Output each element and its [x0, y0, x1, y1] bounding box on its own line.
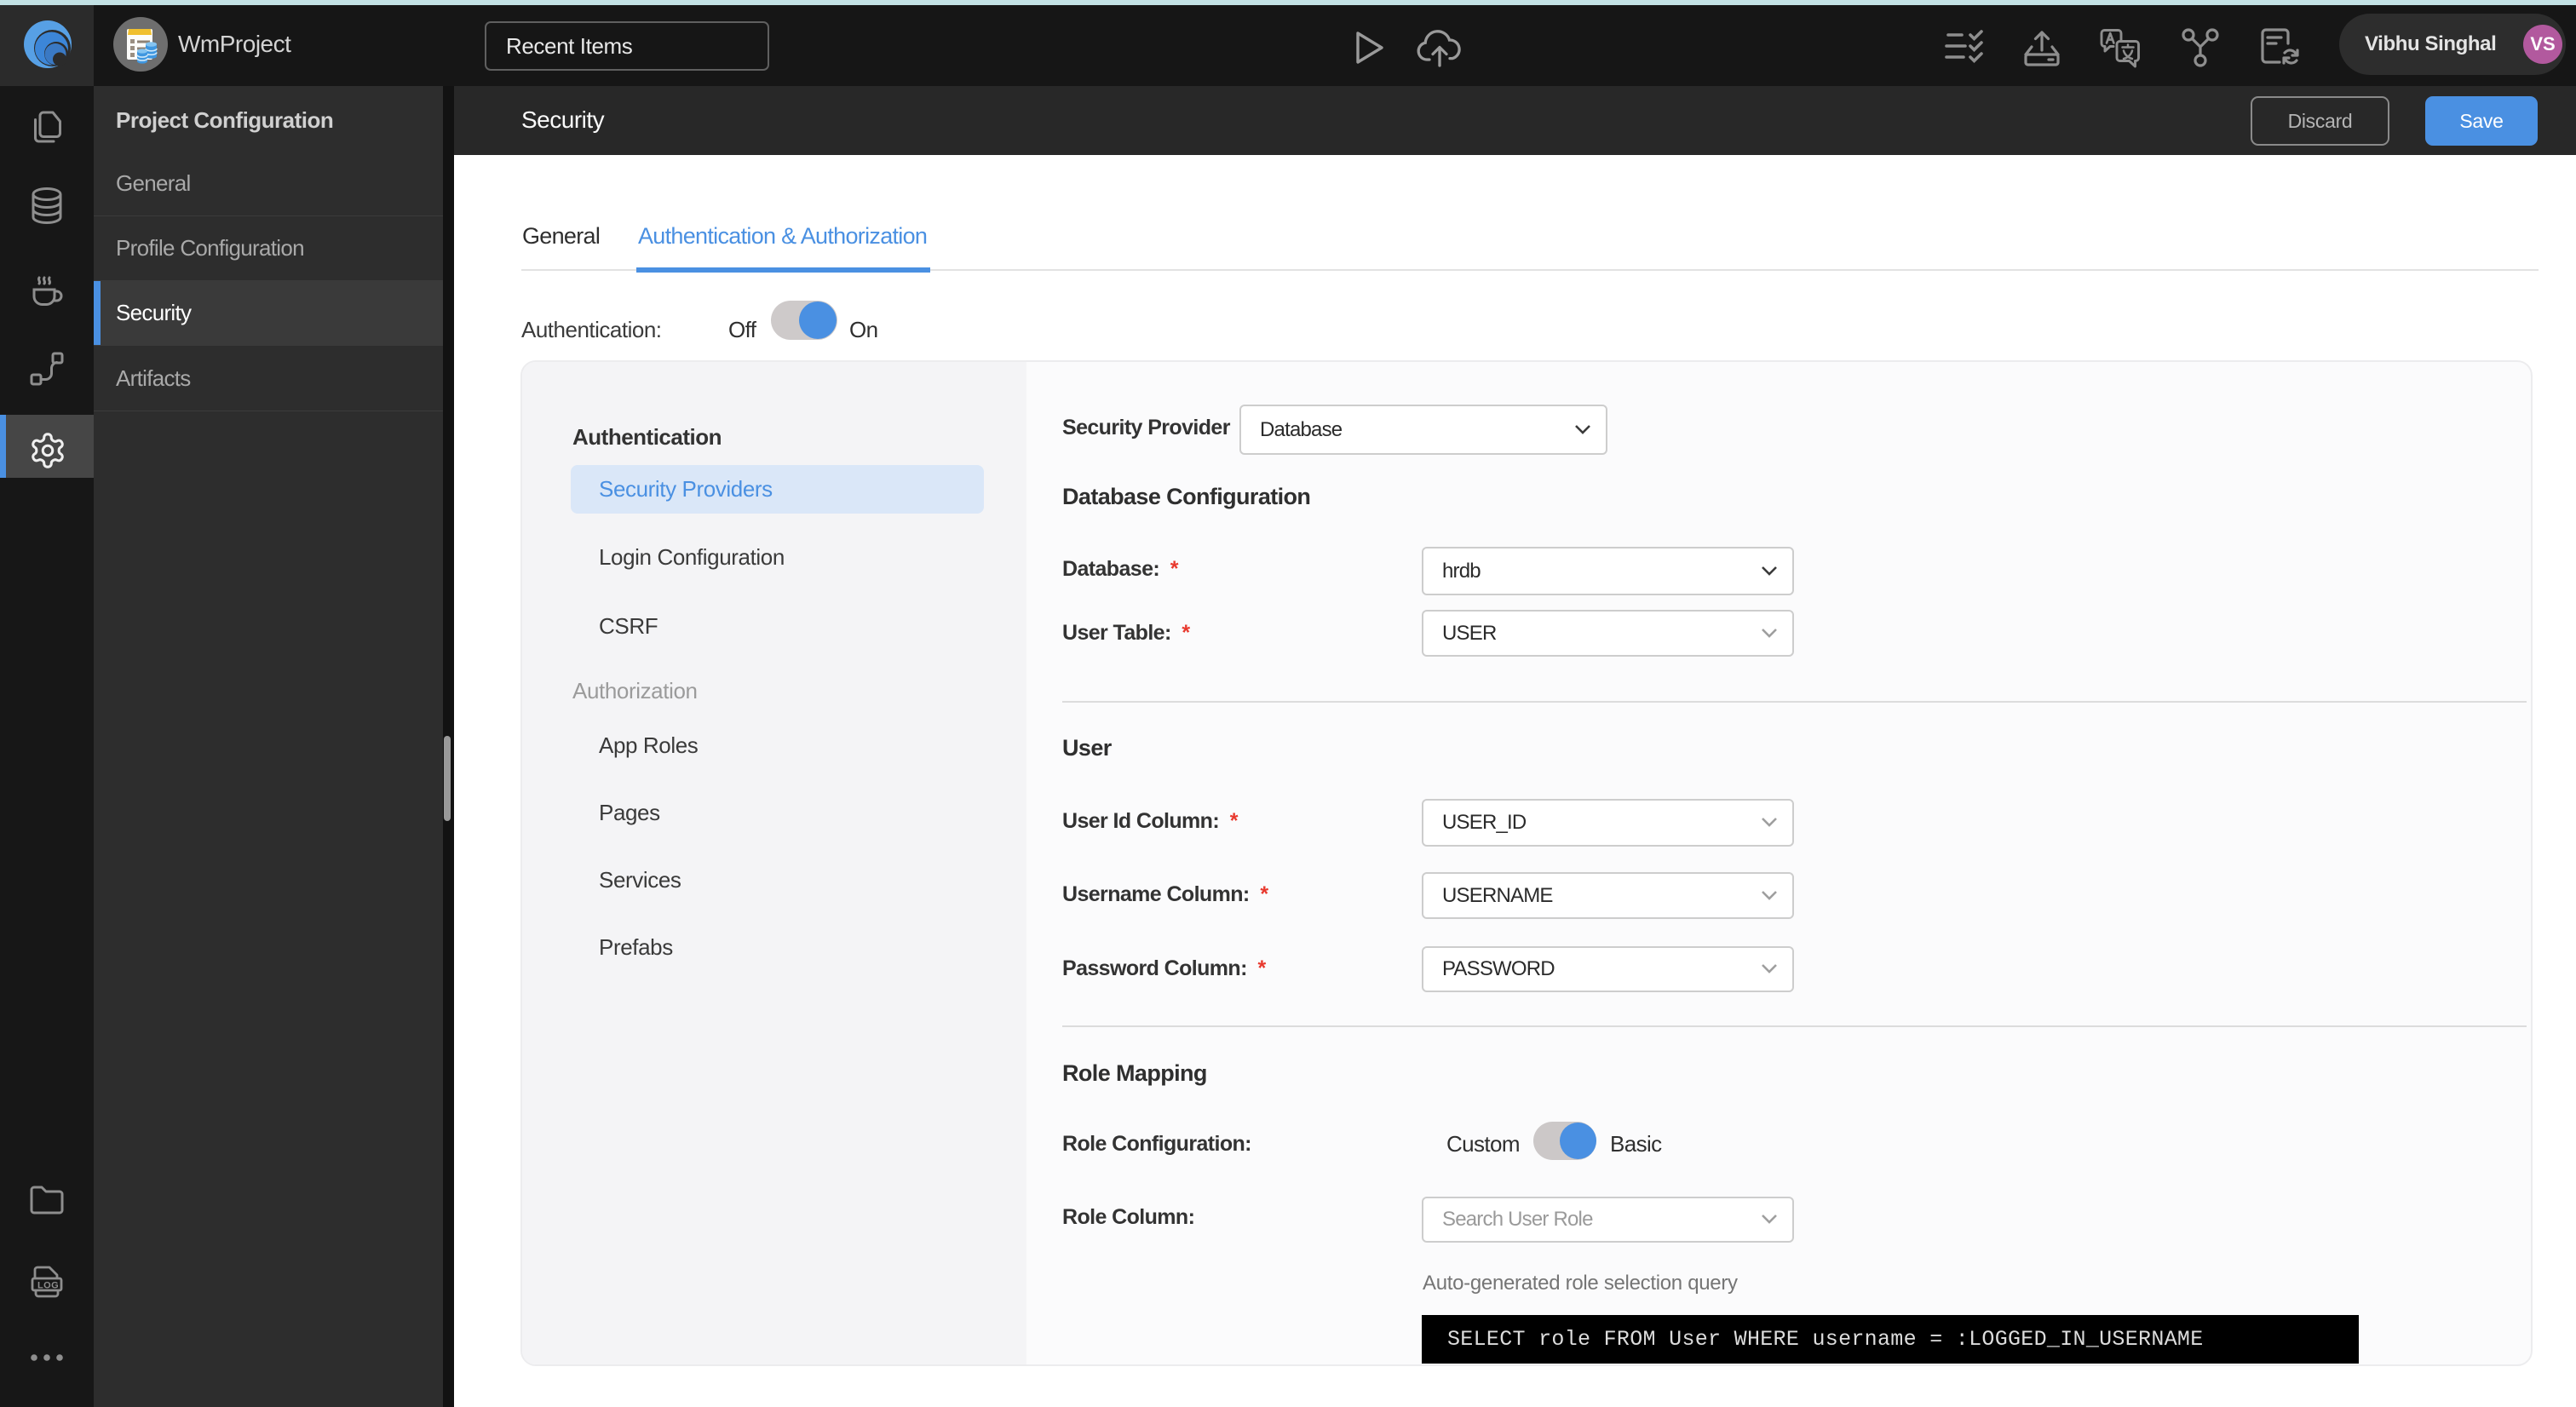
svg-text:LOG: LOG: [37, 1281, 59, 1291]
